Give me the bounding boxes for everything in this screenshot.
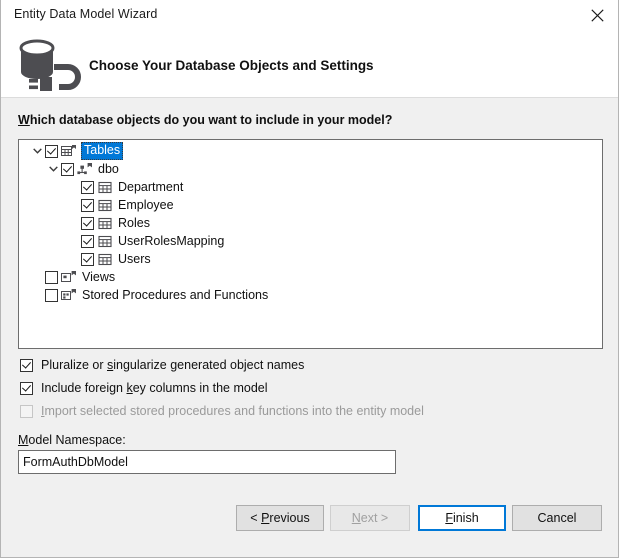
tree-node-tables[interactable]: Tables <box>19 142 602 160</box>
tree-node-label[interactable]: Roles <box>117 216 151 231</box>
tree-node-dbo[interactable]: dbo <box>19 160 602 178</box>
tree-checkbox-userrolesmapping[interactable] <box>81 235 94 248</box>
model-namespace-input[interactable] <box>18 450 396 474</box>
tree-node-views[interactable]: Views <box>19 268 602 286</box>
tree-node-department[interactable]: Department <box>19 178 602 196</box>
foreign-key-label: Include foreign key columns in the model <box>41 381 268 395</box>
dialog-header: Choose Your Database Objects and Setting… <box>1 30 618 98</box>
import-sprocs-label: Import selected stored procedures and fu… <box>41 404 424 418</box>
page-title: Choose Your Database Objects and Setting… <box>89 58 374 73</box>
question-label-rest: hich database objects do you want to inc… <box>30 113 393 127</box>
tree-checkbox-department[interactable] <box>81 181 94 194</box>
chevron-down-icon[interactable] <box>45 160 61 178</box>
previous-button[interactable]: < Previous <box>236 505 324 531</box>
tree-node-label[interactable]: Employee <box>117 198 175 213</box>
tree-node-label[interactable]: Users <box>117 252 152 267</box>
tree-node-employee[interactable]: Employee <box>19 196 602 214</box>
views-group-icon <box>60 269 78 285</box>
table-icon <box>96 197 114 213</box>
tree-node-roles[interactable]: Roles <box>19 214 602 232</box>
title-bar: Entity Data Model Wizard <box>1 0 619 30</box>
foreign-key-checkbox[interactable] <box>20 382 33 395</box>
model-namespace-label: Model Namespace: <box>18 433 126 447</box>
previous-button-label: < Previous <box>250 511 309 525</box>
tree-node-label[interactable]: Stored Procedures and Functions <box>81 288 269 303</box>
tree-checkbox-users[interactable] <box>81 253 94 266</box>
question-label-accel: W <box>18 113 30 127</box>
finish-button-label: Finish <box>445 511 478 525</box>
table-icon <box>96 251 114 267</box>
next-button: Next > <box>330 505 410 531</box>
import-sprocs-checkbox <box>20 405 33 418</box>
tree-checkbox-dbo[interactable] <box>61 163 74 176</box>
table-icon <box>96 215 114 231</box>
stored-procedures-group-icon <box>60 287 78 303</box>
cancel-button-label: Cancel <box>538 511 577 525</box>
tree-checkbox-employee[interactable] <box>81 199 94 212</box>
tree-node-label[interactable]: UserRolesMapping <box>117 234 225 249</box>
pluralize-checkbox[interactable] <box>20 359 33 372</box>
table-icon <box>96 179 114 195</box>
dialog-body: Which database objects do you want to in… <box>1 99 618 557</box>
tree-node-stored-procedures[interactable]: Stored Procedures and Functions <box>19 286 602 304</box>
cancel-button[interactable]: Cancel <box>512 505 602 531</box>
database-connection-icon <box>13 33 85 95</box>
pluralize-label: Pluralize or singularize generated objec… <box>41 358 304 372</box>
foreign-key-option-row[interactable]: Include foreign key columns in the model <box>20 381 268 395</box>
tree-checkbox-tables[interactable] <box>45 145 58 158</box>
import-sprocs-option-row: Import selected stored procedures and fu… <box>20 404 424 418</box>
tree-node-label[interactable]: Views <box>81 270 116 285</box>
tree-node-label[interactable]: dbo <box>97 162 120 177</box>
tree-node-label[interactable]: Department <box>117 180 184 195</box>
next-button-label: Next > <box>352 511 388 525</box>
pluralize-option-row[interactable]: Pluralize or singularize generated objec… <box>20 358 304 372</box>
tree-node-userrolesmapping[interactable]: UserRolesMapping <box>19 232 602 250</box>
database-objects-tree[interactable]: Tables dbo <box>18 139 603 349</box>
tree-node-label[interactable]: Tables <box>81 142 123 160</box>
tree-checkbox-roles[interactable] <box>81 217 94 230</box>
entity-data-model-wizard-dialog: Entity Data Model Wizard Choos <box>0 0 619 558</box>
chevron-down-icon[interactable] <box>29 142 45 160</box>
close-icon[interactable] <box>575 0 619 30</box>
schema-icon <box>76 161 94 177</box>
tables-group-icon <box>60 143 78 159</box>
tree-checkbox-views[interactable] <box>45 271 58 284</box>
finish-button[interactable]: Finish <box>418 505 506 531</box>
tree-node-users[interactable]: Users <box>19 250 602 268</box>
tree-checkbox-stored-procedures[interactable] <box>45 289 58 302</box>
window-title: Entity Data Model Wizard <box>14 7 157 21</box>
question-label: Which database objects do you want to in… <box>18 113 392 127</box>
table-icon <box>96 233 114 249</box>
